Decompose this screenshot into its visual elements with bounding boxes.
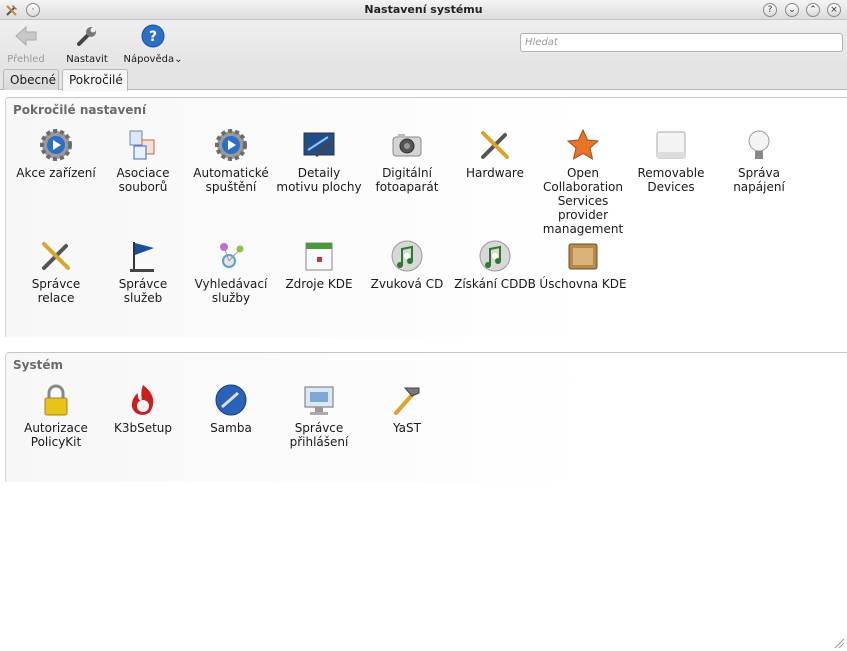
hammer-icon — [394, 387, 420, 415]
chevron-down-icon: ⌄ — [174, 54, 183, 65]
item-label: Open Collaboration Services provider man… — [542, 166, 624, 236]
item-samba[interactable]: Samba — [187, 383, 275, 435]
item-k3bsetup[interactable]: K3bSetup — [99, 383, 187, 435]
camera-icon — [392, 134, 422, 157]
item-label: Asociace souborů — [116, 166, 170, 194]
item-label: K3bSetup — [113, 421, 173, 435]
drive-icon — [656, 131, 686, 159]
item-label: Správce služeb — [118, 277, 168, 305]
gear-autostart-icon — [215, 129, 247, 161]
item-kde-resources[interactable]: Zdroje KDE — [275, 239, 363, 291]
help-label: Nápověda — [123, 54, 175, 65]
overview-label: Přehled — [7, 54, 45, 65]
item-label: Autorizace PolicyKit — [24, 421, 88, 449]
item-removable-devices[interactable]: Removable Devices — [627, 128, 715, 194]
item-label: Vyhledávací služby — [194, 277, 268, 305]
group-advanced: Pokročilé nastavení Akce zařízení Asocia… — [5, 97, 847, 337]
wrench-icon — [77, 27, 96, 46]
tab-advanced-label: Pokročilé — [69, 73, 123, 87]
item-label: Automatické spuštění — [193, 166, 269, 194]
item-label: Zdroje KDE — [285, 277, 353, 291]
tab-general[interactable]: Obecné — [3, 69, 59, 90]
item-file-associations[interactable]: Asociace souborů — [99, 128, 187, 194]
help-window-button[interactable]: ? — [763, 3, 777, 17]
resize-grip-icon[interactable] — [833, 637, 845, 649]
item-session-manager[interactable]: Správce relace — [12, 239, 100, 305]
samba-globe-icon — [215, 384, 247, 416]
item-label: Detaily motivu plochy — [276, 166, 362, 194]
help-menu-button[interactable]: ? Nápověda⌄ — [122, 24, 184, 65]
minimize-button[interactable]: ⌄ — [785, 3, 799, 17]
lightbulb-icon — [748, 130, 770, 159]
help-icon: ? — [141, 24, 165, 48]
wrench-screwdriver-icon — [481, 131, 509, 159]
item-desktop-theme[interactable]: Detaily motivu plochy — [275, 128, 363, 194]
maximize-button[interactable]: ⌃ — [806, 3, 820, 17]
item-search-services[interactable]: Vyhledávací služby — [187, 239, 275, 305]
gear-play-icon — [40, 129, 72, 161]
configure-button[interactable]: Nastavit — [64, 24, 110, 65]
item-cddb-retrieval[interactable]: Získání CDDB — [451, 239, 539, 291]
item-yast[interactable]: YaST — [363, 383, 451, 435]
tab-advanced[interactable]: Pokročilé — [62, 69, 128, 91]
item-hardware[interactable]: Hardware — [451, 128, 539, 180]
item-device-actions[interactable]: Akce zařízení — [12, 128, 100, 180]
item-label: Úschovna KDE — [539, 277, 627, 291]
k3b-flame-icon — [131, 385, 154, 415]
item-label: Digitální fotoaparát — [375, 166, 439, 194]
item-ocs-provider[interactable]: Open Collaboration Services provider man… — [539, 128, 627, 236]
item-label: Získání CDDB — [454, 277, 536, 291]
star-icon — [566, 128, 600, 161]
search-field[interactable] — [520, 33, 843, 52]
toolbar: Přehled Nastavit ? Nápověda⌄ — [0, 20, 847, 66]
item-kde-wallet[interactable]: Úschovna KDE — [539, 239, 627, 291]
network-search-icon — [220, 243, 244, 268]
group-system-title: Systém — [13, 358, 63, 372]
item-label: Akce zařízení — [16, 166, 96, 180]
configure-label: Nastavit — [66, 54, 108, 65]
item-autostart[interactable]: Automatické spuštění — [187, 128, 275, 194]
group-advanced-title: Pokročilé nastavení — [13, 103, 147, 117]
item-label: Správce relace — [31, 277, 81, 305]
search-input[interactable] — [525, 37, 838, 48]
overview-button[interactable]: Přehled — [6, 24, 46, 65]
close-button[interactable]: × — [827, 3, 841, 17]
session-tools-icon — [42, 242, 70, 270]
cddb-icon — [479, 240, 511, 272]
back-arrow-icon — [15, 25, 37, 47]
tab-bar: Obecné Pokročilé — [0, 66, 847, 91]
item-label: Removable Devices — [637, 166, 705, 194]
lock-icon — [44, 384, 68, 416]
item-label: Hardware — [466, 166, 524, 180]
desktop-theme-icon — [303, 132, 335, 158]
title-bar: · Nastavení systému ? ⌄ ⌃ × — [0, 0, 847, 20]
audio-cd-icon — [391, 240, 423, 272]
svg-text:?: ? — [149, 29, 157, 45]
file-associations-icon — [129, 130, 155, 160]
item-audio-cd[interactable]: Zvuková CD — [363, 239, 451, 291]
window-title: Nastavení systému — [364, 3, 483, 16]
item-login-manager[interactable]: Správce přihlášení — [275, 383, 363, 449]
login-monitor-icon — [304, 386, 334, 415]
item-service-manager[interactable]: Správce služeb — [99, 239, 187, 305]
item-policykit[interactable]: Autorizace PolicyKit — [12, 383, 100, 449]
group-system: Systém Autorizace PolicyKit K3bSetup Sam… — [5, 352, 847, 482]
tab-general-label: Obecné — [10, 73, 57, 87]
item-label: Správce přihlášení — [289, 421, 349, 449]
item-label: Samba — [210, 421, 252, 435]
flag-icon — [130, 242, 154, 272]
calendar-icon — [305, 242, 333, 271]
item-digital-camera[interactable]: Digitální fotoaparát — [363, 128, 451, 194]
item-label: Zvuková CD — [370, 277, 444, 291]
item-label: YaST — [393, 421, 421, 435]
wallet-icon — [568, 243, 598, 270]
item-power-management[interactable]: Správa napájení — [715, 128, 803, 194]
item-label: Správa napájení — [733, 166, 785, 194]
